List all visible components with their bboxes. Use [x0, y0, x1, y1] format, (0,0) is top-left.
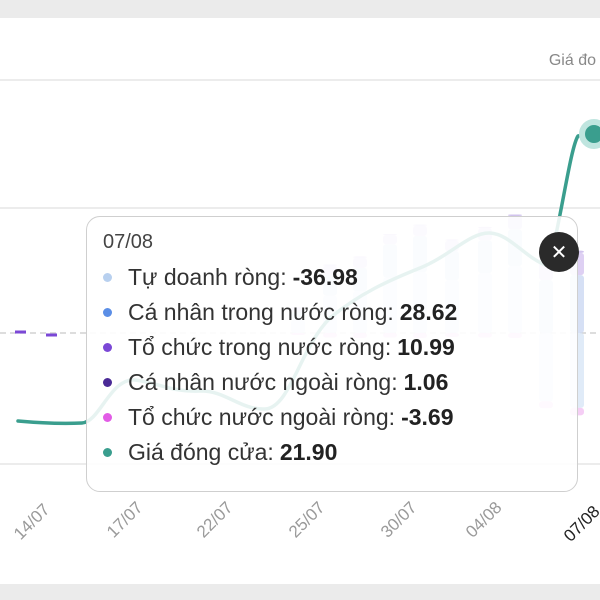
tooltip-value: -3.69 [401, 404, 454, 430]
tooltip-label: Cá nhân nước ngoài ròng: [128, 369, 398, 395]
tooltip-row: Cá nhân nước ngoài ròng: 1.06 [103, 365, 561, 400]
tooltip-row: Tự doanh ròng: -36.98 [103, 260, 561, 295]
tooltip-row: Giá đóng cửa: 21.90 [103, 435, 561, 470]
legend-dot-icon [103, 273, 112, 282]
tooltip-label: Tổ chức nước ngoài ròng: [128, 404, 396, 430]
tooltip-row: Tổ chức trong nước ròng: 10.99 [103, 330, 561, 365]
tooltip-label: Tự doanh ròng: [128, 264, 287, 290]
tooltip-value: 28.62 [399, 299, 458, 325]
legend-dot-icon [103, 378, 112, 387]
close-icon: ✕ [550, 240, 568, 264]
right-axis-label: Giá đo [548, 52, 596, 69]
legend-dot-icon [103, 413, 112, 422]
tooltip-label: Giá đóng cửa: [128, 439, 274, 465]
close-tooltip-button[interactable]: ✕ [539, 232, 579, 272]
tooltip-value: 21.90 [279, 439, 338, 465]
tooltip-value: -36.98 [292, 264, 358, 290]
tooltip-row: Tổ chức nước ngoài ròng: -3.69 [103, 400, 561, 435]
tooltip-label: Tổ chức trong nước ròng: [128, 334, 392, 360]
legend-dot-icon [103, 343, 112, 352]
tooltip-value: 1.06 [403, 369, 449, 395]
tooltip-value: 10.99 [397, 334, 455, 360]
axis-left-glyph: ) [0, 48, 1, 69]
tooltip-date: 07/08 [103, 231, 154, 253]
tooltip-row: Cá nhân trong nước ròng: 28.62 [103, 295, 561, 330]
price-highlight-point [579, 119, 600, 149]
chart-tooltip: 07/08 Tự doanh ròng: -36.98 Cá nhân tron… [86, 216, 578, 492]
legend-dot-icon [103, 308, 112, 317]
legend-dot-icon [103, 448, 112, 457]
tooltip-label: Cá nhân trong nước ròng: [128, 299, 394, 325]
